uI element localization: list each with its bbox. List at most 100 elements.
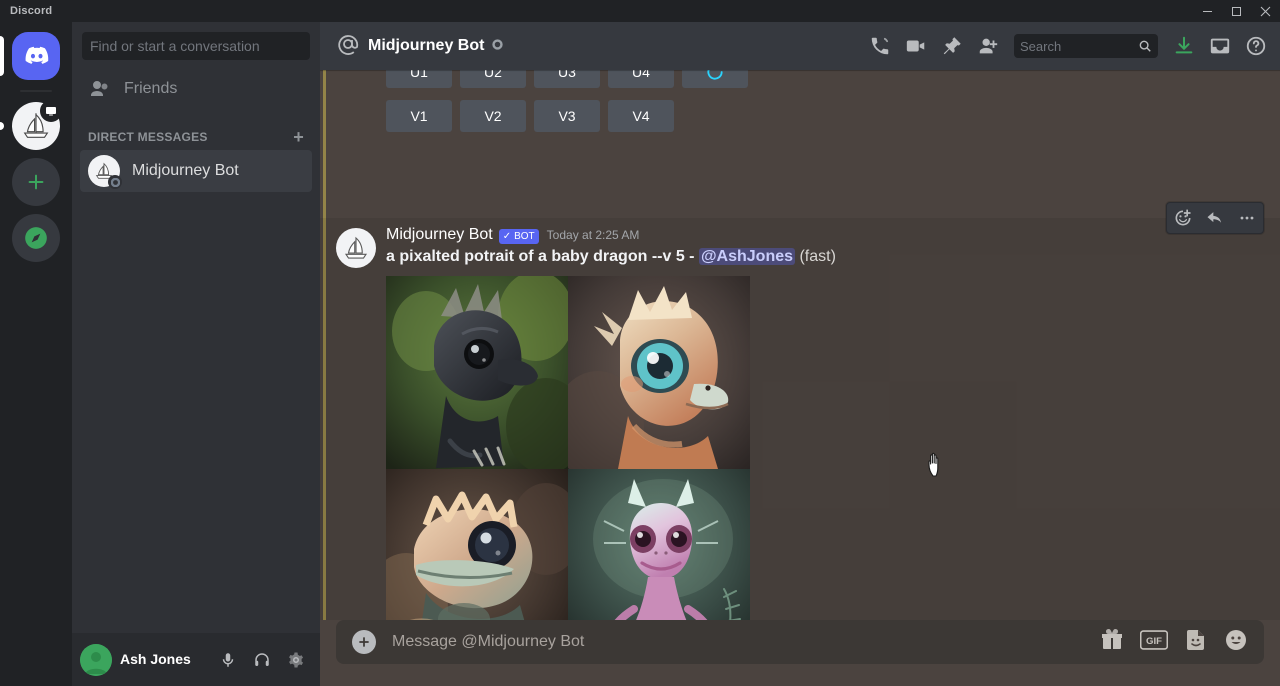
message-author[interactable]: Midjourney Bot — [386, 226, 493, 244]
unread-pill — [0, 122, 4, 130]
variation-button-row-previous: V1 V2 V3 V4 — [320, 100, 1280, 132]
message-input[interactable]: Message @Midjourney Bot — [392, 633, 1100, 651]
reply-icon[interactable] — [1199, 203, 1231, 233]
message-hover-toolbar — [1166, 202, 1264, 234]
gear-icon[interactable] — [280, 644, 312, 676]
gif-icon[interactable]: GIF — [1139, 629, 1169, 655]
rail-item-add-server[interactable] — [12, 158, 60, 206]
avatar — [88, 155, 122, 189]
help-icon[interactable] — [1240, 30, 1272, 62]
attach-file-button[interactable] — [352, 630, 376, 654]
window-controls — [1193, 0, 1280, 22]
message-scroller[interactable]: U1 U2 U3 U4 V1 V2 V3 V4 Midjourney Bot ✓… — [320, 70, 1280, 620]
offline-status-icon — [492, 37, 504, 55]
rail-item-midjourney-server[interactable] — [0, 100, 62, 150]
window-titlebar: Discord — [0, 0, 1280, 22]
inbox-icon[interactable] — [1204, 30, 1236, 62]
user-actions — [212, 644, 312, 676]
avatar[interactable] — [80, 643, 112, 676]
user-name: Ash Jones — [120, 650, 191, 667]
rail-item-explore[interactable] — [12, 214, 60, 262]
phone-call-icon[interactable] — [864, 30, 896, 62]
maximize-button[interactable] — [1222, 0, 1251, 22]
search-placeholder: Search — [1020, 38, 1062, 54]
emoji-icon[interactable] — [1224, 628, 1248, 657]
rail-item-home[interactable] — [0, 32, 60, 80]
headphones-icon[interactable] — [246, 644, 278, 676]
offline-status-icon — [108, 175, 122, 189]
friends-icon — [91, 81, 108, 96]
upscale-button-u3[interactable]: U3 — [534, 70, 600, 88]
find-conversation-input[interactable]: Find or start a conversation — [82, 32, 310, 60]
pin-icon[interactable] — [936, 30, 968, 62]
create-dm-button[interactable]: + — [293, 128, 304, 146]
compass-icon — [12, 214, 60, 262]
discord-app: Discord Find or start a conversation Fri… — [0, 0, 1280, 686]
variation-button-v2[interactable]: V2 — [460, 100, 526, 132]
main-column: Midjourney Bot Search U1 U2 U3 U4 V1 V2 … — [320, 22, 1280, 686]
at-icon — [336, 32, 360, 61]
app-brand: Discord — [10, 5, 53, 17]
grid-image-4[interactable] — [568, 468, 750, 620]
upscale-button-u1[interactable]: U1 — [386, 70, 452, 88]
composer-actions: GIF — [1100, 628, 1248, 657]
page-title: Midjourney Bot — [368, 37, 485, 54]
active-server-pill — [0, 36, 4, 76]
bot-tag-check: ✓ — [502, 230, 512, 242]
sticker-icon[interactable] — [1184, 628, 1208, 657]
add-person-icon[interactable] — [972, 30, 1004, 62]
add-reaction-icon[interactable] — [1167, 203, 1199, 233]
svg-text:GIF: GIF — [1146, 636, 1162, 647]
plus-icon — [12, 158, 60, 206]
grid-image-2[interactable] — [568, 275, 750, 469]
channel-header: Midjourney Bot Search — [320, 22, 1280, 70]
message-prompt: a pixalted potrait of a baby dragon --v … — [386, 248, 695, 265]
dm-section-title: DIRECT MESSAGES — [88, 130, 208, 144]
message-composer: Message @Midjourney Bot GIF — [320, 620, 1280, 686]
minimize-button[interactable] — [1193, 0, 1222, 22]
composer-box[interactable]: Message @Midjourney Bot GIF — [336, 620, 1264, 664]
upscale-button-u2[interactable]: U2 — [460, 70, 526, 88]
variation-button-v1[interactable]: V1 — [386, 100, 452, 132]
rail-divider — [20, 90, 52, 92]
image-grid[interactable] — [386, 275, 750, 620]
dm-list: Friends DIRECT MESSAGES + Midjourney Bot — [72, 68, 320, 633]
sidebar-item-label: Friends — [124, 80, 178, 97]
more-horizontal-icon[interactable] — [1231, 203, 1263, 233]
server-badge-icon — [40, 100, 62, 122]
sidebar-item-friends[interactable]: Friends — [80, 68, 312, 110]
reroll-button-previous[interactable] — [682, 70, 748, 88]
search-icon — [1138, 39, 1152, 53]
generation-mode: (fast) — [799, 248, 836, 265]
upscale-button-u4[interactable]: U4 — [608, 70, 674, 88]
search-input[interactable]: Search — [1014, 34, 1158, 58]
bot-tag: ✓ BOT — [498, 228, 539, 244]
upscale-button-row-previous: U1 U2 U3 U4 — [320, 70, 1280, 88]
variation-button-v4[interactable]: V4 — [608, 100, 674, 132]
sidebar-item-label: Midjourney Bot — [132, 162, 239, 179]
dm-section-header: DIRECT MESSAGES + — [80, 110, 312, 150]
message-header: Midjourney Bot ✓ BOT Today at 2:25 AM — [320, 226, 1232, 244]
user-panel: Ash Jones — [72, 633, 320, 686]
avatar[interactable] — [336, 228, 376, 268]
previous-message-buttons: U1 U2 U3 U4 V1 V2 V3 V4 — [320, 70, 1280, 132]
bot-tag-label: BOT — [514, 230, 535, 242]
channel-actions: Search — [864, 30, 1272, 62]
sidebar-item-midjourney-bot[interactable]: Midjourney Bot — [80, 150, 312, 192]
close-button[interactable] — [1251, 0, 1280, 22]
gift-icon[interactable] — [1100, 628, 1124, 657]
variation-button-v3[interactable]: V3 — [534, 100, 600, 132]
grid-image-3[interactable] — [386, 468, 568, 620]
discord-logo-icon — [12, 32, 60, 80]
mic-icon[interactable] — [212, 644, 244, 676]
message-content: a pixalted potrait of a baby dragon --v … — [320, 246, 1232, 268]
server-rail — [0, 22, 72, 686]
download-icon[interactable] — [1168, 30, 1200, 62]
grid-image-1[interactable] — [386, 275, 568, 469]
dm-sidebar: Find or start a conversation Friends DIR… — [72, 22, 320, 686]
mention[interactable]: @AshJones — [698, 248, 796, 265]
message: Midjourney Bot ✓ BOT Today at 2:25 AM a … — [320, 202, 1280, 620]
video-camera-icon[interactable] — [900, 30, 932, 62]
message-timestamp: Today at 2:25 AM — [546, 228, 640, 242]
find-conversation-wrap: Find or start a conversation — [72, 22, 320, 68]
